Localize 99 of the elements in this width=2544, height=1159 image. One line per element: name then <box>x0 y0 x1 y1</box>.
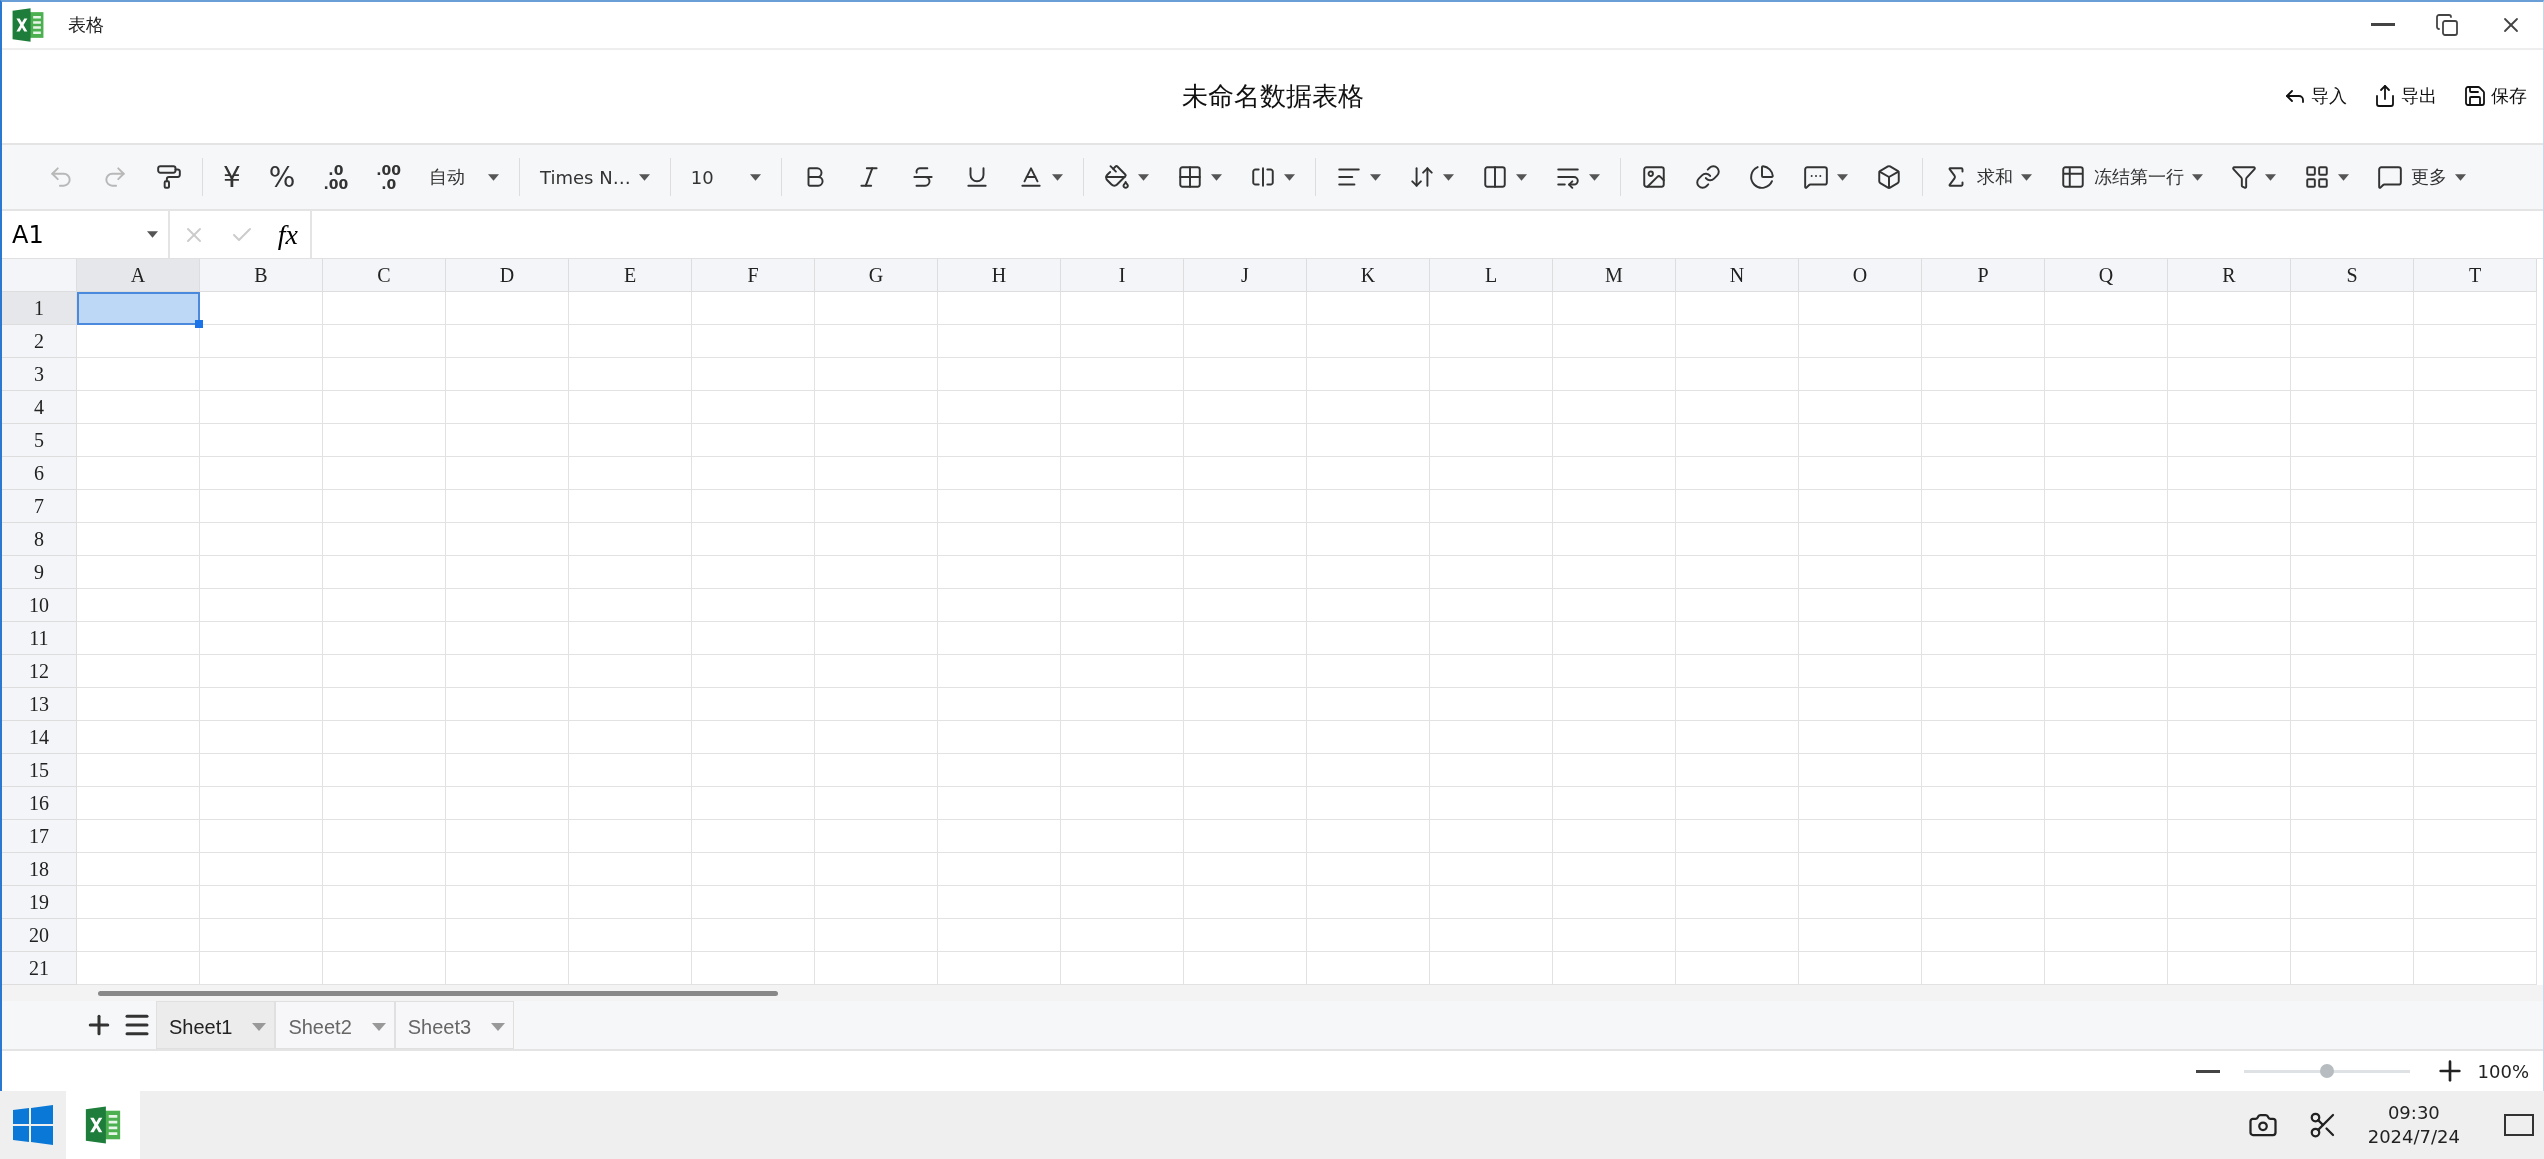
slider-thumb[interactable] <box>2319 1064 2334 1079</box>
function-button[interactable]: fx <box>277 218 298 251</box>
column-header[interactable]: A <box>77 259 200 293</box>
column-header[interactable]: S <box>2291 259 2414 293</box>
row-header[interactable]: 20 <box>2 919 77 953</box>
minimize-icon <box>2371 23 2395 27</box>
minus-icon <box>2195 1069 2220 1073</box>
filter-icon <box>2230 164 2257 190</box>
column-header[interactable]: N <box>1676 259 1799 293</box>
toolbar-select[interactable]: 自动 <box>419 158 510 196</box>
column-header[interactable]: L <box>1430 259 1553 293</box>
clock-time: 09:30 <box>2387 1101 2440 1125</box>
notification-button[interactable] <box>2504 1114 2534 1136</box>
row-header[interactable]: 9 <box>2 556 77 590</box>
more-button[interactable]: 更多 <box>2366 158 2476 196</box>
column-header[interactable]: B <box>200 259 323 293</box>
clock-date: 2024/7/24 <box>2367 1125 2460 1149</box>
selected-cell[interactable] <box>77 292 200 326</box>
column-header[interactable]: K <box>1307 259 1430 293</box>
column-header[interactable]: F <box>692 259 815 293</box>
sheet-tab[interactable]: Sheet2 <box>275 1001 395 1050</box>
decimal-button[interactable]: .00 .0 <box>366 158 412 196</box>
hatched-grid-icon <box>2303 164 2330 190</box>
sum-button[interactable]: 求和 <box>1932 158 2042 196</box>
caret-icon <box>491 1023 506 1032</box>
text-wrap-icon <box>1481 164 1508 190</box>
sheet-tab[interactable]: Sheet1 <box>156 1001 276 1050</box>
restore-icon <box>2435 12 2459 37</box>
format-button[interactable]: ¥ <box>213 158 251 196</box>
border-icon <box>1176 164 1203 190</box>
redo-icon <box>102 164 128 190</box>
row-header[interactable]: 14 <box>2 721 77 755</box>
spreadsheet-icon <box>10 6 46 43</box>
row-header[interactable]: 7 <box>2 490 77 524</box>
column-header[interactable]: R <box>2168 259 2291 293</box>
toolbar-select[interactable]: 10 <box>680 158 771 196</box>
comment-icon <box>1802 164 1829 190</box>
taskbar-app[interactable] <box>66 1091 140 1159</box>
row-header[interactable]: 16 <box>2 787 77 821</box>
save-button[interactable]: 保存 <box>2461 82 2529 111</box>
row-header[interactable]: 6 <box>2 457 77 491</box>
horizontal-scrollbar[interactable] <box>98 990 778 996</box>
column-header[interactable]: C <box>323 259 446 293</box>
fill-handle[interactable] <box>195 320 203 329</box>
undo-icon <box>48 164 74 190</box>
row-header[interactable]: 12 <box>2 655 77 689</box>
zoom-out-button[interactable] <box>2195 1069 2220 1073</box>
row-header[interactable]: 8 <box>2 523 77 557</box>
caret-icon <box>147 231 158 239</box>
column-header[interactable]: D <box>446 259 569 293</box>
export-button[interactable]: 导出 <box>2371 82 2439 111</box>
row-header[interactable]: 13 <box>2 688 77 722</box>
zoom-level: 100% <box>2477 1060 2529 1082</box>
sheet-tab[interactable]: Sheet3 <box>394 1001 515 1050</box>
paint-roller-icon <box>156 164 182 190</box>
row-header[interactable]: 2 <box>2 325 77 359</box>
chart-icon <box>1748 164 1775 190</box>
column-header[interactable]: M <box>1553 259 1676 293</box>
save-icon <box>2463 84 2487 109</box>
caret-icon <box>371 1023 386 1032</box>
column-header[interactable]: J <box>1184 259 1307 293</box>
image-icon <box>1640 164 1667 190</box>
row-header[interactable]: 15 <box>2 754 77 788</box>
column-header[interactable]: T <box>2414 259 2537 293</box>
document-title: 未命名数据表格 <box>1181 79 1364 113</box>
column-header[interactable]: Q <box>2045 259 2168 293</box>
window-title: 表格 <box>68 12 105 37</box>
export-icon <box>2373 84 2397 109</box>
row-header[interactable]: 18 <box>2 853 77 887</box>
row-header[interactable]: 4 <box>2 391 77 425</box>
windows-icon <box>13 1105 53 1145</box>
caret-icon <box>252 1023 267 1032</box>
link-icon <box>1694 164 1721 190</box>
cube-icon <box>1875 164 1902 190</box>
toolbar-select[interactable]: Times N… <box>530 158 660 196</box>
row-header[interactable]: 5 <box>2 424 77 458</box>
column-header[interactable]: E <box>569 259 692 293</box>
import-button[interactable]: 导入 <box>2281 82 2349 111</box>
row-header[interactable]: 3 <box>2 358 77 392</box>
column-header[interactable]: H <box>938 259 1061 293</box>
vertical-align-icon <box>1408 164 1435 190</box>
column-header[interactable]: I <box>1061 259 1184 293</box>
row-header[interactable]: 21 <box>2 952 77 986</box>
row-header[interactable]: 1 <box>2 292 77 326</box>
decimal-button[interactable]: .0 .00 <box>313 158 359 196</box>
row-header[interactable]: 10 <box>2 589 77 623</box>
freeze-button[interactable]: 冻结第一行 <box>2049 158 2213 196</box>
column-header[interactable]: O <box>1799 259 1922 293</box>
select-all-corner[interactable] <box>2 259 77 293</box>
spreadsheet-icon <box>83 1105 123 1145</box>
column-header[interactable]: G <box>815 259 938 293</box>
row-header[interactable]: 17 <box>2 820 77 854</box>
column-header[interactable]: P <box>1922 259 2045 293</box>
more-icon <box>2376 164 2403 190</box>
row-header[interactable]: 11 <box>2 622 77 656</box>
row-header[interactable]: 19 <box>2 886 77 920</box>
freeze-icon <box>2059 164 2086 190</box>
format-button[interactable]: % <box>258 158 306 196</box>
paint-bucket-icon <box>1103 164 1130 190</box>
